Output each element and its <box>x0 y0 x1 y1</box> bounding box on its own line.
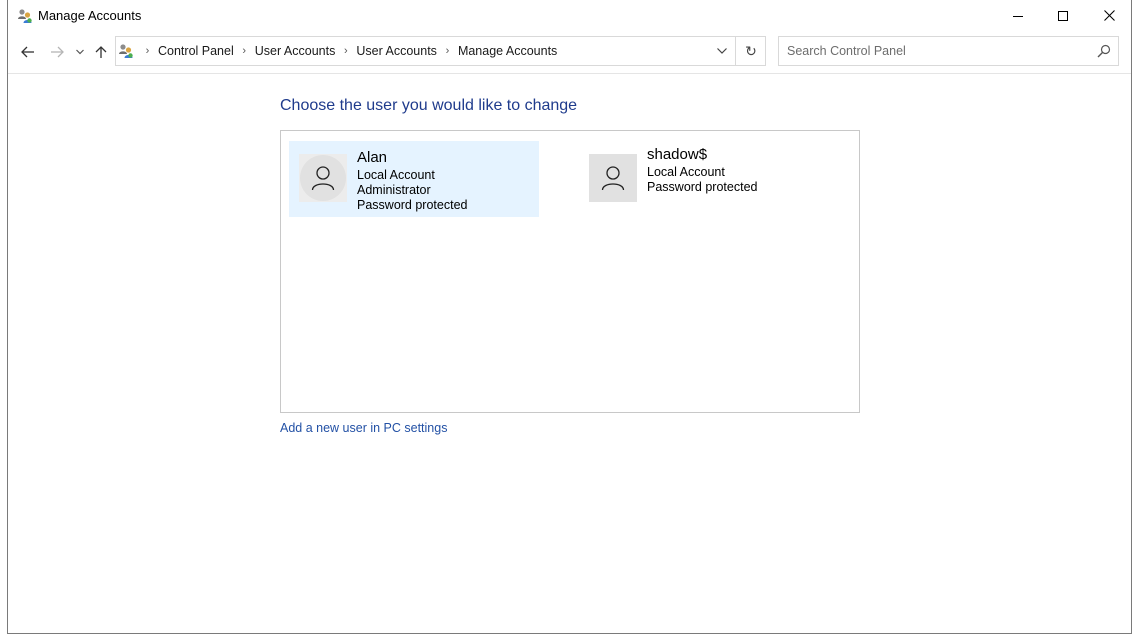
search-input[interactable] <box>779 37 1089 65</box>
maximize-button[interactable] <box>1040 0 1086 31</box>
account-tile-shadow[interactable]: shadow$ Local Account Password protected <box>579 145 829 207</box>
user-accounts-icon <box>18 9 32 23</box>
page-heading: Choose the user you would like to change <box>280 97 578 114</box>
title-bar: Manage Accounts <box>8 0 1131 32</box>
address-bar[interactable]: › Control Panel › User Accounts › User A… <box>115 36 766 66</box>
manage-accounts-window: Manage Accounts › Control Panel › User A… <box>7 0 1132 634</box>
breadcrumb-user-accounts[interactable]: User Accounts <box>253 44 338 58</box>
account-name: Alan <box>357 149 388 166</box>
breadcrumb: › Control Panel › User Accounts › User A… <box>139 37 559 65</box>
refresh-icon: ↻ <box>745 42 757 59</box>
avatar <box>589 154 637 202</box>
forward-arrow-icon <box>51 46 64 58</box>
back-button[interactable] <box>17 41 39 63</box>
account-name: shadow$ <box>647 146 708 163</box>
user-accounts-icon <box>119 44 133 58</box>
add-new-user-link[interactable]: Add a new user in PC settings <box>280 421 447 435</box>
accounts-list: Alan Local Account Administrator Passwor… <box>280 130 860 413</box>
recent-locations-button[interactable] <box>72 41 88 63</box>
breadcrumb-user-accounts-sub[interactable]: User Accounts <box>354 44 439 58</box>
breadcrumb-manage-accounts[interactable]: Manage Accounts <box>456 44 559 58</box>
breadcrumb-separator-icon[interactable]: › <box>337 45 354 57</box>
avatar <box>299 154 347 202</box>
up-button[interactable] <box>90 41 112 63</box>
user-icon <box>311 166 335 191</box>
breadcrumb-separator-icon[interactable]: › <box>236 45 253 57</box>
minimize-button[interactable] <box>995 0 1041 31</box>
account-password-status: Password protected <box>647 180 758 194</box>
account-role: Administrator <box>357 183 431 197</box>
close-icon <box>1103 10 1115 21</box>
refresh-button[interactable]: ↻ <box>736 37 766 65</box>
close-button[interactable] <box>1086 0 1132 31</box>
back-arrow-icon <box>21 46 34 58</box>
account-type: Local Account <box>357 168 435 182</box>
account-password-status: Password protected <box>357 198 468 212</box>
breadcrumb-separator-icon[interactable]: › <box>439 45 456 57</box>
navigation-bar: › Control Panel › User Accounts › User A… <box>8 32 1131 74</box>
search-box[interactable] <box>778 36 1119 66</box>
maximize-icon <box>1058 10 1068 21</box>
address-history-button[interactable] <box>709 37 735 65</box>
minimize-icon <box>1013 15 1023 17</box>
search-icon[interactable] <box>1097 44 1111 58</box>
chevron-down-icon <box>717 48 727 54</box>
window-title: Manage Accounts <box>38 8 142 23</box>
breadcrumb-control-panel[interactable]: Control Panel <box>156 44 236 58</box>
breadcrumb-separator-icon[interactable]: › <box>139 45 156 57</box>
account-type: Local Account <box>647 165 725 179</box>
user-icon <box>601 166 625 191</box>
forward-button[interactable] <box>46 41 68 63</box>
account-tile-alan[interactable]: Alan Local Account Administrator Passwor… <box>289 141 539 217</box>
chevron-down-icon <box>76 49 84 55</box>
up-arrow-icon <box>95 46 107 58</box>
